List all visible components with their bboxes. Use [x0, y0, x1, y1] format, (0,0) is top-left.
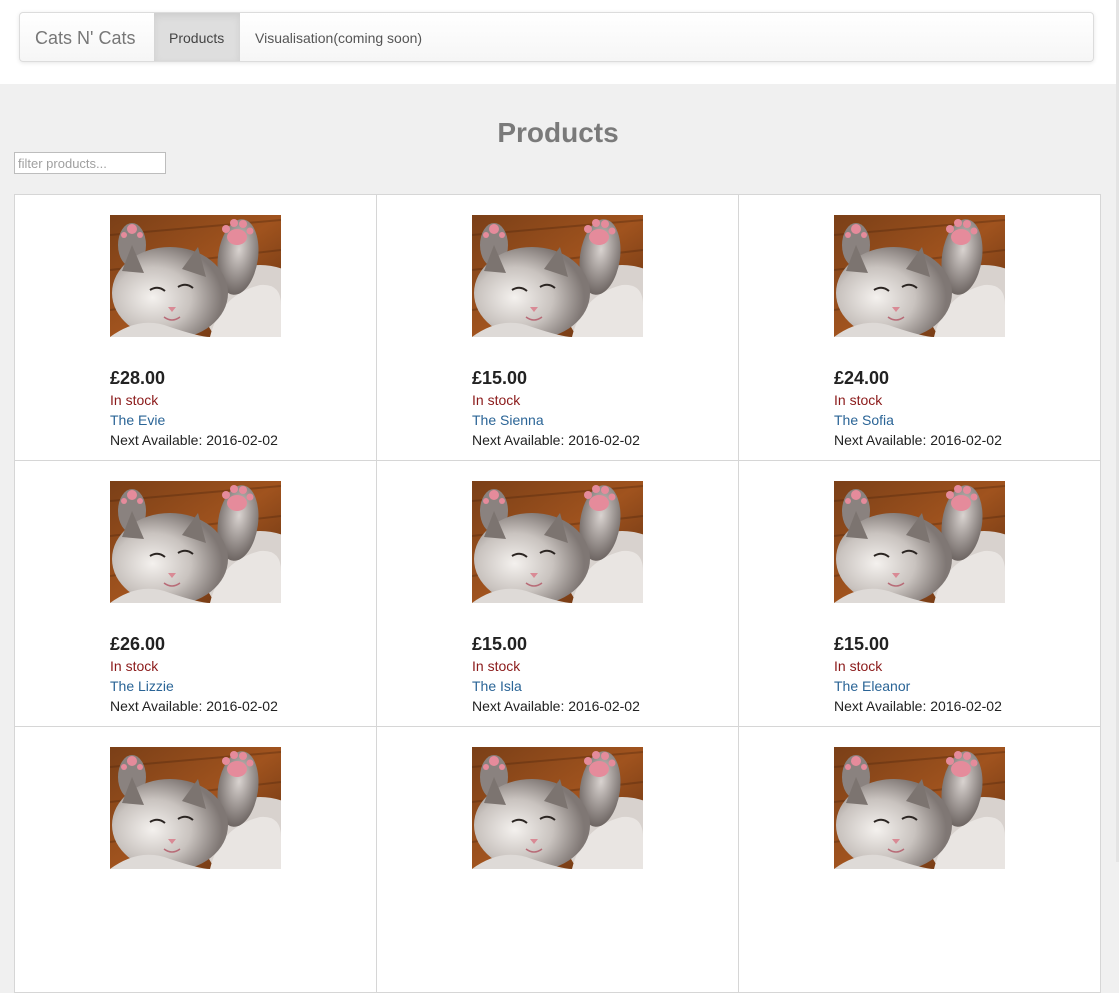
product-name-link[interactable]: The Sienna [472, 412, 544, 428]
product-row: £28.00 In stock The Evie Next Available:… [15, 195, 1101, 461]
next-available-date: 2016-02-02 [930, 698, 1002, 714]
product-card [15, 727, 377, 993]
product-price: £26.00 [110, 634, 166, 654]
filter-products-input[interactable] [14, 152, 166, 174]
next-available-label: Next Available: [110, 698, 203, 714]
stock-status: In stock [834, 392, 883, 408]
next-available-date: 2016-02-02 [568, 698, 640, 714]
kitten-photo [110, 481, 281, 603]
next-available: Next Available: 2016-02-02 [110, 698, 278, 714]
product-name-link[interactable]: The Sofia [834, 412, 894, 428]
product-row: £26.00 In stock The Lizzie Next Availabl… [15, 461, 1101, 727]
stock-status: In stock [834, 658, 883, 674]
brand-link[interactable]: Cats N' Cats [35, 13, 135, 61]
product-price: £24.00 [834, 368, 890, 388]
product-price: £15.00 [834, 634, 890, 654]
page-title: Products [497, 116, 619, 148]
product-name-link[interactable]: The Eleanor [834, 678, 910, 694]
product-name-link[interactable]: The Isla [472, 678, 522, 694]
next-available-label: Next Available: [472, 698, 565, 714]
stock-status: In stock [472, 392, 521, 408]
next-available-date: 2016-02-02 [206, 432, 278, 448]
next-available: Next Available: 2016-02-02 [472, 432, 640, 448]
product-card: £26.00 In stock The Lizzie Next Availabl… [15, 461, 377, 727]
kitten-photo [834, 215, 1005, 337]
nav-products[interactable]: Products [154, 13, 240, 61]
product-card: £15.00 In stock The Sienna Next Availabl… [377, 195, 739, 461]
stock-status: In stock [472, 658, 521, 674]
product-card [739, 727, 1101, 993]
nav-visualisation[interactable]: Visualisation(coming soon) [240, 13, 437, 61]
next-available: Next Available: 2016-02-02 [834, 698, 1002, 714]
next-available-label: Next Available: [834, 432, 927, 448]
next-available: Next Available: 2016-02-02 [110, 432, 278, 448]
product-card [377, 727, 739, 993]
stock-status: In stock [110, 392, 159, 408]
next-available-date: 2016-02-02 [568, 432, 640, 448]
next-available-date: 2016-02-02 [930, 432, 1002, 448]
stock-status: In stock [110, 658, 159, 674]
kitten-photo [472, 481, 643, 603]
product-price: £15.00 [472, 634, 528, 654]
next-available-label: Next Available: [110, 432, 203, 448]
kitten-photo [472, 215, 643, 337]
product-card: £24.00 In stock The Sofia Next Available… [739, 195, 1101, 461]
kitten-photo [110, 215, 281, 337]
next-available: Next Available: 2016-02-02 [834, 432, 1002, 448]
next-available-label: Next Available: [834, 698, 927, 714]
kitten-photo [110, 747, 281, 869]
kitten-photo [834, 747, 1005, 869]
kitten-photo [834, 481, 1005, 603]
product-price: £28.00 [110, 368, 166, 388]
product-name-link[interactable]: The Lizzie [110, 678, 174, 694]
next-available-date: 2016-02-02 [206, 698, 278, 714]
product-row [15, 727, 1101, 993]
product-card: £28.00 In stock The Evie Next Available:… [15, 195, 377, 461]
product-price: £15.00 [472, 368, 528, 388]
kitten-photo [472, 747, 643, 869]
next-available-label: Next Available: [472, 432, 565, 448]
product-name-link[interactable]: The Evie [110, 412, 165, 428]
next-available: Next Available: 2016-02-02 [472, 698, 640, 714]
product-grid: £28.00 In stock The Evie Next Available:… [14, 194, 1101, 993]
navbar: Cats N' Cats Products Visualisation(comi… [19, 12, 1094, 62]
product-card: £15.00 In stock The Eleanor Next Availab… [739, 461, 1101, 727]
product-card: £15.00 In stock The Isla Next Available:… [377, 461, 739, 727]
